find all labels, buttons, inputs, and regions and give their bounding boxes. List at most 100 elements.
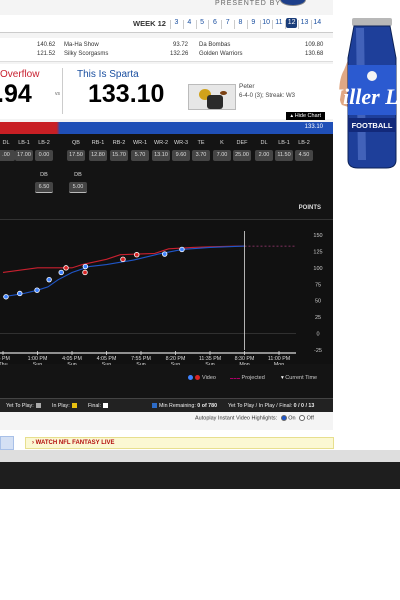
autoplay-off-label[interactable]: Off: [307, 415, 314, 421]
y-tick-label: -25: [314, 348, 322, 354]
week-separator: [208, 20, 210, 29]
sidebar-tab[interactable]: [0, 436, 14, 450]
status-yet-to-play: Yet To Play:: [6, 403, 41, 409]
position-score[interactable]: 17.00: [15, 150, 33, 161]
blue-video-marker: [161, 251, 168, 257]
blue-video-marker: [34, 287, 40, 293]
autoplay-on-label[interactable]: On: [288, 415, 295, 421]
position-score[interactable]: 9.60: [172, 150, 190, 161]
blue-video-marker: [3, 294, 9, 300]
legend-projected-label: Projected: [241, 375, 265, 381]
week-separator: [221, 20, 223, 29]
x-tick-day: Sun: [67, 362, 76, 365]
week-link-9[interactable]: 9: [248, 19, 259, 26]
autoplay-off-radio[interactable]: [299, 415, 306, 421]
score-cell[interactable]: 140.62: [37, 42, 55, 48]
miller-lite-ad-image[interactable]: Miller Lite FOOTBALL: [336, 10, 400, 170]
legend-current-time-label: Current Time: [285, 375, 318, 381]
fantasy-matchup-panel: PRESENTED BY WEEK 12 3 4 5 6 7 8 9 10 11 12 13 14 1…: [0, 0, 333, 430]
week-link-3[interactable]: 3: [171, 19, 182, 26]
y-tick-label: 75: [315, 282, 321, 288]
position-score[interactable]: 6.50: [35, 182, 53, 193]
score-cell[interactable]: 109.80: [305, 42, 323, 48]
week-link-14[interactable]: 14: [312, 19, 323, 26]
y-axis-title: POINTS: [298, 205, 321, 211]
position-score[interactable]: 5.70: [131, 150, 149, 161]
matchup-header: Overflow .94 vs This Is Sparta 133.10 Pe…: [0, 64, 333, 119]
status-ytp-summary: Yet To Play / In Play / Final: 0 / 0 / 1…: [228, 403, 314, 409]
position-score[interactable]: 4.50: [295, 150, 313, 161]
autoplay-on-radio[interactable]: [280, 415, 287, 421]
week-link-8[interactable]: 8: [235, 19, 246, 26]
week-link-11[interactable]: 11: [273, 19, 284, 26]
min-remaining-swatch-icon: [152, 403, 157, 409]
x-tick-day: Mon: [239, 362, 249, 365]
week-separator: [195, 20, 197, 29]
position-score[interactable]: 12.80: [89, 150, 107, 161]
position-label: QB: [72, 140, 80, 146]
position-label: LB-2: [298, 140, 310, 146]
week-link-10[interactable]: 10: [261, 19, 272, 26]
week-link-4[interactable]: 4: [184, 19, 195, 26]
position-score[interactable]: 11.50: [275, 150, 293, 161]
position-score[interactable]: 13.10: [152, 150, 170, 161]
status-min-remaining: Min Remaining: 0 of 780: [152, 403, 217, 409]
week-link-7[interactable]: 7: [222, 19, 233, 26]
blue-video-marker: [179, 246, 185, 253]
team-name[interactable]: Golden Warriors: [199, 51, 242, 57]
in-play-swatch-icon: [71, 403, 77, 409]
team-name[interactable]: Ma-Ha Show: [64, 42, 99, 48]
position-score[interactable]: 25.00: [233, 150, 251, 161]
position-score[interactable]: 3.70: [192, 150, 210, 161]
position-score[interactable]: .00: [0, 150, 15, 161]
position-label: LB-1: [278, 140, 290, 146]
red-video-marker: [120, 256, 126, 263]
team-name[interactable]: Silky Scorgasms: [64, 51, 108, 57]
red-video-marker: [63, 265, 69, 271]
score-cell[interactable]: 93.72: [173, 42, 188, 48]
week-link-6[interactable]: 6: [209, 19, 220, 26]
right-team-name[interactable]: This Is Sparta: [77, 69, 139, 80]
position-label: DB: [40, 172, 48, 178]
position-label: WR-2: [153, 140, 169, 146]
position-score[interactable]: 15.70: [110, 150, 128, 161]
status-ytp-label: Yet To Play / In Play / Final:: [228, 403, 293, 409]
score-cell[interactable]: 132.26: [170, 51, 188, 57]
position-score[interactable]: 5.00: [69, 182, 87, 193]
week-link-5[interactable]: 5: [197, 19, 208, 26]
position-score[interactable]: 2.00: [255, 150, 273, 161]
team-name[interactable]: Da Bombas: [199, 42, 230, 48]
yet-to-play-swatch-icon: [35, 403, 41, 409]
legend-projected: Projected: [230, 375, 265, 381]
game-status-bar: Yet To Play: In Play: Final: Min Remaini…: [0, 398, 333, 412]
right-team-score: 133.10: [88, 80, 165, 108]
blue-video-dot-icon: [188, 375, 193, 381]
position-label: LB-2: [38, 140, 50, 146]
score-cell[interactable]: 130.68: [305, 51, 323, 57]
status-ytp-value: 0 / 0 / 13: [293, 403, 315, 409]
score-cell[interactable]: 121.52: [37, 51, 55, 57]
position-label: RB-2: [112, 140, 126, 146]
week-separator: [234, 20, 235, 29]
nfl-fantasy-live-link[interactable]: › WATCH NFL FANTASY LIVE: [25, 437, 334, 449]
week-separator: [170, 20, 171, 29]
owner-name[interactable]: Peter: [239, 83, 255, 90]
y-tick-label: 25: [315, 315, 321, 321]
position-label: DL: [2, 140, 10, 146]
week-link-12[interactable]: 12: [286, 18, 298, 28]
week-separator: [182, 20, 184, 29]
x-tick-day: Thu: [0, 362, 8, 365]
status-yet-to-play-label: Yet To Play:: [6, 403, 34, 409]
week-link-13[interactable]: 13: [299, 19, 310, 26]
hide-chart-button[interactable]: ▴ Hide Chart: [286, 112, 325, 120]
position-score[interactable]: 17.50: [67, 150, 85, 161]
left-team-name[interactable]: Overflow: [0, 69, 39, 80]
position-label: DEF: [236, 140, 248, 146]
week-separator: [298, 20, 299, 29]
status-in-play-label: In Play:: [52, 403, 70, 409]
position-score[interactable]: 7.00: [213, 150, 231, 161]
position-score[interactable]: 0.00: [35, 150, 53, 161]
week-separator: [310, 20, 312, 29]
vs-label: vs: [55, 91, 60, 97]
position-label: WR-1: [132, 140, 148, 146]
